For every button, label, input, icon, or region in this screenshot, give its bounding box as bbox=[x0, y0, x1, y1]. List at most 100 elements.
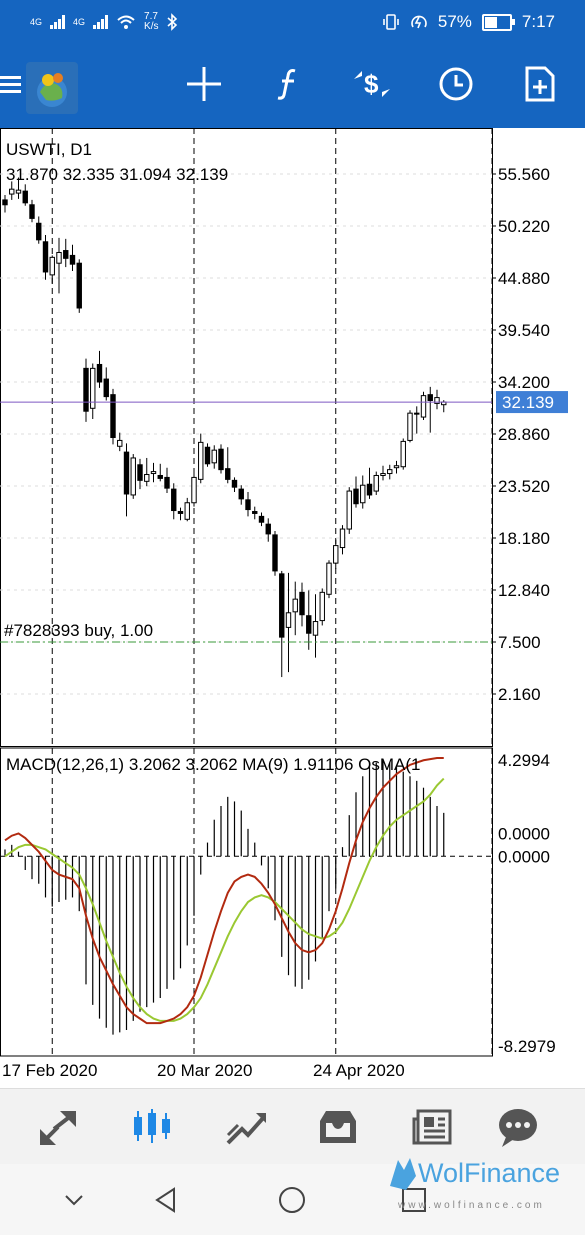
candle bbox=[285, 572, 292, 673]
templates-icon[interactable] bbox=[516, 60, 564, 108]
candle-body bbox=[299, 591, 305, 616]
candle bbox=[2, 195, 8, 213]
candle-body bbox=[231, 479, 238, 488]
candle bbox=[49, 255, 55, 284]
candle bbox=[231, 477, 238, 493]
price-tick-label: 12.840 bbox=[498, 581, 550, 600]
news-icon[interactable] bbox=[408, 1103, 456, 1151]
back-icon[interactable] bbox=[150, 1184, 182, 1216]
candle-body bbox=[360, 484, 366, 504]
price-tick-label: 34.200 bbox=[498, 373, 550, 392]
candle bbox=[312, 594, 319, 658]
chart-area[interactable]: 55.560 50.220 44.880 39.540 34.200 28.860 23.5… bbox=[0, 128, 585, 1088]
period-icon[interactable] bbox=[432, 60, 480, 108]
chevron-down-icon[interactable] bbox=[58, 1184, 90, 1216]
messages-icon[interactable] bbox=[494, 1103, 542, 1151]
candle bbox=[191, 473, 197, 507]
candle bbox=[83, 358, 89, 422]
candle-body bbox=[110, 394, 116, 439]
candle bbox=[279, 570, 285, 678]
battery-icon bbox=[481, 13, 515, 31]
candle bbox=[427, 386, 433, 433]
chart-canvas[interactable]: 55.560 50.220 44.880 39.540 34.200 28.860 23.5… bbox=[0, 128, 585, 1088]
home-icon[interactable] bbox=[276, 1184, 308, 1216]
candle bbox=[414, 406, 420, 434]
candle-body bbox=[56, 251, 62, 264]
candle bbox=[9, 181, 15, 200]
candle bbox=[42, 234, 49, 280]
status-right: 57% 7:17 bbox=[382, 12, 555, 32]
price-tick-label: 44.880 bbox=[498, 269, 550, 288]
candle bbox=[238, 485, 244, 505]
history-icon[interactable] bbox=[314, 1103, 362, 1151]
candle-body bbox=[279, 573, 285, 638]
price-tick-label: 23.520 bbox=[498, 477, 550, 496]
watermark: WolFinance www.wolfinance.com bbox=[388, 1156, 568, 1216]
indicators-icon[interactable] bbox=[264, 60, 312, 108]
candle-body bbox=[427, 394, 433, 402]
macd-tick-label: 4.2994 bbox=[498, 751, 550, 770]
bottom-tab-bar bbox=[0, 1088, 585, 1165]
candle-body bbox=[117, 439, 123, 447]
price-tick-label: 39.540 bbox=[498, 321, 550, 340]
candle-body bbox=[69, 254, 76, 265]
candle-body bbox=[380, 473, 386, 476]
candle bbox=[326, 560, 332, 599]
candle-body bbox=[171, 488, 177, 512]
candle bbox=[184, 497, 190, 522]
candle bbox=[63, 238, 69, 268]
candle-body bbox=[103, 378, 109, 398]
price-tick-label: 18.180 bbox=[498, 529, 550, 548]
candle bbox=[218, 444, 224, 474]
candle-body bbox=[387, 469, 393, 475]
chart-icon[interactable] bbox=[128, 1103, 176, 1151]
candle bbox=[258, 512, 265, 527]
macd-signal-line bbox=[4, 756, 444, 1025]
candle-body bbox=[218, 448, 224, 471]
candle-body bbox=[306, 615, 312, 634]
candle bbox=[144, 457, 150, 487]
candle-body bbox=[29, 204, 35, 219]
candle bbox=[306, 590, 312, 650]
quotes-icon[interactable] bbox=[34, 1103, 82, 1151]
candle-body bbox=[42, 241, 49, 273]
date-label: 20 Mar 2020 bbox=[157, 1061, 252, 1080]
candle-body bbox=[204, 446, 211, 465]
trade-tab-icon[interactable] bbox=[222, 1103, 270, 1151]
candle-body bbox=[319, 591, 325, 622]
trade-icon[interactable]: $ bbox=[348, 60, 396, 108]
date-label: 17 Feb 2020 bbox=[2, 1061, 97, 1080]
candle-body bbox=[130, 457, 136, 496]
macd-header: MACD(12,26,1) 3.2062 3.2062 MA(9) 1.9110… bbox=[6, 755, 421, 774]
candle bbox=[198, 433, 204, 484]
candle-body bbox=[137, 464, 143, 481]
candle-body bbox=[36, 222, 42, 241]
candle-body bbox=[346, 490, 352, 530]
candle-body bbox=[177, 511, 184, 514]
candle bbox=[366, 467, 373, 499]
candle bbox=[177, 507, 184, 521]
candle-body bbox=[164, 476, 170, 489]
candle bbox=[346, 487, 352, 534]
network-type-2: 4G bbox=[73, 17, 86, 27]
candle bbox=[171, 483, 177, 520]
candle-body bbox=[150, 471, 157, 475]
signal-icon-1 bbox=[50, 15, 66, 29]
vibrate-icon bbox=[383, 14, 399, 30]
candle bbox=[407, 410, 413, 443]
candle-body bbox=[144, 474, 150, 482]
ohlc-header: 31.870 32.335 31.094 32.139 bbox=[6, 165, 228, 184]
symbol-header: USWTI, D1 bbox=[6, 140, 92, 159]
crosshair-icon[interactable] bbox=[180, 60, 228, 108]
candle-body bbox=[393, 465, 400, 469]
charging-icon bbox=[411, 15, 427, 29]
candle-body bbox=[22, 190, 28, 204]
candle-body bbox=[373, 474, 379, 492]
candle-body bbox=[339, 528, 346, 549]
candle-body bbox=[198, 441, 204, 480]
order-label: #7828393 buy, 1.00 bbox=[4, 621, 153, 640]
price-tick-label: 28.860 bbox=[498, 425, 550, 444]
price-tick-label: 55.560 bbox=[498, 165, 550, 184]
candle bbox=[299, 582, 305, 627]
candle-body bbox=[157, 474, 163, 479]
